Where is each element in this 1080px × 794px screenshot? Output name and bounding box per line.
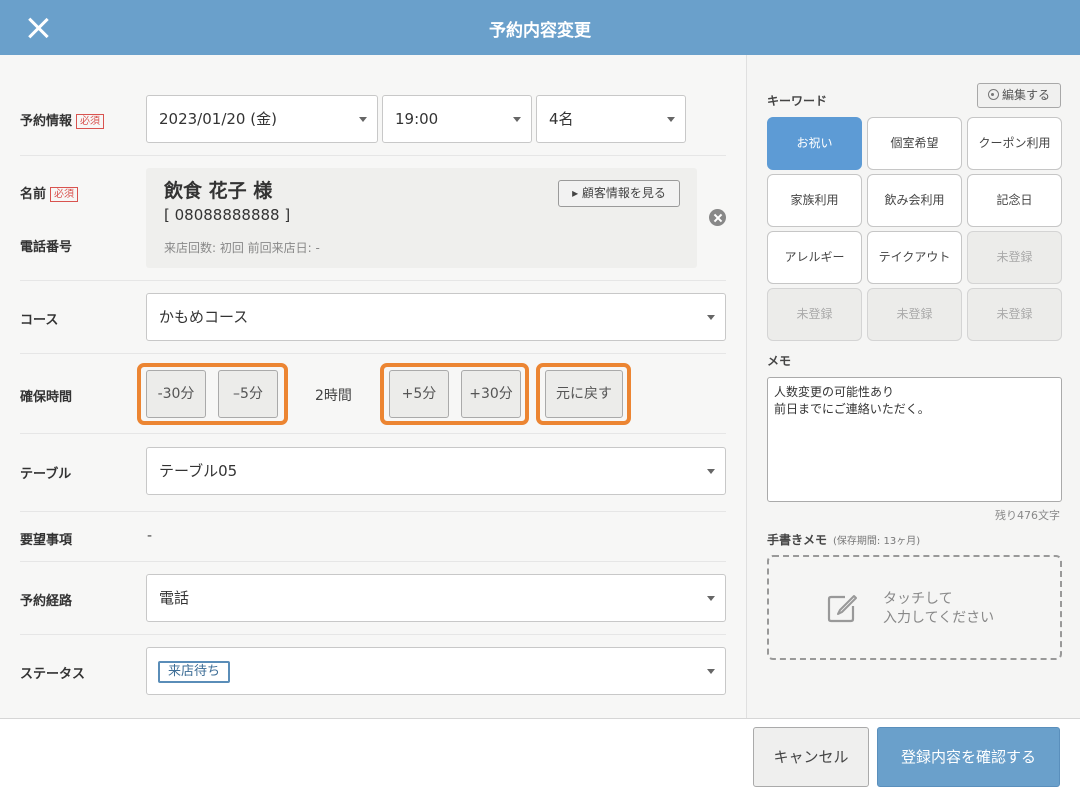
phone-label: 電話番号: [20, 240, 73, 255]
divider: [20, 634, 726, 635]
people-select[interactable]: 4名: [536, 95, 686, 143]
keyword-chip[interactable]: 未登録: [867, 288, 962, 341]
hold-time-label: 確保時間: [20, 390, 73, 405]
handwriting-pad[interactable]: タッチして 入力してください: [767, 555, 1062, 660]
caret-down-icon: [707, 596, 715, 601]
reservation-form: 予約情報 必須 2023/01/20 (金) 19:00 4名 名前 必須 電話番号…: [0, 55, 746, 718]
status-label: ステータス: [20, 667, 86, 682]
time-select[interactable]: 19:00: [382, 95, 532, 143]
memo-input[interactable]: 人数変更の可能性あり 前日までにご連絡いただく。: [767, 377, 1062, 502]
edit-pen-icon: [827, 595, 857, 623]
plus-30-button[interactable]: +30分: [461, 370, 521, 418]
table-select[interactable]: テーブル05: [146, 447, 726, 495]
required-badge: 必須: [76, 114, 105, 129]
side-panel: キーワード 編集する お祝い 個室希望 クーポン利用家族利用 飲み会利用 記念日アレルギ…: [746, 55, 1080, 718]
name-label: 名前 必須: [20, 183, 79, 202]
header: 予約内容変更: [0, 0, 1080, 55]
caret-down-icon: [707, 669, 715, 674]
customer-name: 飲食 花子 様: [164, 180, 273, 202]
keyword-chip[interactable]: 未登録: [967, 231, 1062, 284]
customer-card: 飲食 花子 様 [ 08088888888 ] 来店回数: 初回 前回来店日: …: [146, 168, 697, 268]
route-label: 予約経路: [20, 594, 73, 609]
caret-down-icon: [359, 117, 367, 122]
divider: [20, 511, 726, 512]
view-customer-button[interactable]: ▸ 顧客情報を見る: [558, 180, 680, 207]
divider: [20, 280, 726, 281]
keyword-chip[interactable]: 家族利用: [767, 174, 862, 227]
memo-remaining: 残り476文字: [995, 509, 1060, 522]
customer-visits: 来店回数: 初回 前回来店日: -: [164, 241, 320, 255]
duration-value: 2時間: [315, 388, 352, 404]
caret-down-icon: [707, 315, 715, 320]
requests-value: -: [147, 528, 153, 544]
keyword-chip[interactable]: 未登録: [967, 288, 1062, 341]
gear-icon: [987, 89, 999, 100]
footer: キャンセル 登録内容を確認する: [0, 718, 1080, 794]
divider: [20, 433, 726, 434]
minus-30-button[interactable]: -30分: [146, 370, 206, 418]
caret-down-icon: [667, 117, 675, 122]
course-label: コース: [20, 313, 59, 328]
plus-5-button[interactable]: +5分: [389, 370, 449, 418]
handwriting-title: 手書きメモ (保存期間: 13ヶ月): [767, 533, 921, 547]
memo-title: メモ: [767, 354, 792, 368]
keyword-chip[interactable]: 個室希望: [867, 117, 962, 170]
caret-down-icon: [707, 469, 715, 474]
customer-phone: [ 08088888888 ]: [164, 206, 291, 224]
date-select[interactable]: 2023/01/20 (金): [146, 95, 378, 143]
caret-down-icon: [513, 117, 521, 122]
minus-5-button[interactable]: –5分: [218, 370, 278, 418]
clear-customer-icon[interactable]: [709, 209, 726, 226]
required-badge: 必須: [50, 187, 79, 202]
route-select[interactable]: 電話: [146, 574, 726, 622]
divider: [20, 353, 726, 354]
keyword-chip[interactable]: お祝い: [767, 117, 862, 170]
page-title: 予約内容変更: [489, 21, 591, 41]
confirm-button[interactable]: 登録内容を確認する: [877, 727, 1060, 787]
handwriting-hint: タッチして 入力してください: [883, 591, 995, 626]
divider: [20, 155, 726, 156]
status-badge: 来店待ち: [158, 661, 231, 683]
keyword-chip[interactable]: 未登録: [767, 288, 862, 341]
edit-keywords-button[interactable]: 編集する: [977, 83, 1061, 108]
keyword-chip[interactable]: テイクアウト: [867, 231, 962, 284]
course-select[interactable]: かもめコース: [146, 293, 726, 341]
keywords-title: キーワード: [767, 94, 828, 108]
cancel-button[interactable]: キャンセル: [753, 727, 869, 787]
requests-label: 要望事項: [20, 533, 73, 548]
keyword-chip[interactable]: 記念日: [967, 174, 1062, 227]
table-label: テーブル: [20, 467, 72, 482]
reset-button[interactable]: 元に戻す: [545, 370, 623, 418]
divider: [20, 561, 726, 562]
reservation-info-label: 予約情報 必須: [20, 110, 105, 129]
keyword-chip[interactable]: 飲み会利用: [867, 174, 962, 227]
keyword-chip[interactable]: クーポン利用: [967, 117, 1062, 170]
status-select[interactable]: 来店待ち: [146, 647, 726, 695]
keyword-chip[interactable]: アレルギー: [767, 231, 862, 284]
